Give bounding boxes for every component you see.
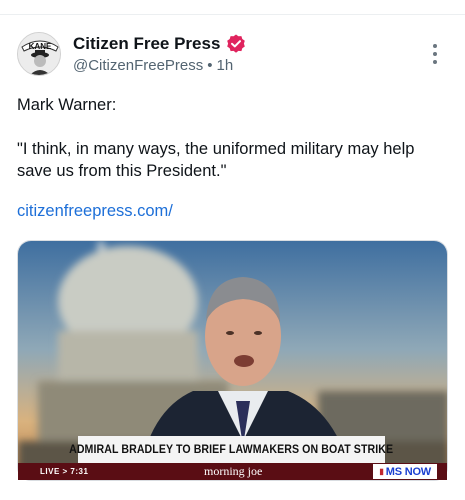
more-vertical-icon[interactable] — [425, 42, 445, 66]
top-divider — [0, 14, 465, 15]
post-text-quote: "I think, in many ways, the uniformed mi… — [17, 140, 415, 180]
more-dot — [433, 44, 437, 48]
verified-badge-icon — [225, 33, 247, 55]
live-label: LIVE > 7:31 — [40, 467, 89, 476]
avatar[interactable]: KANE — [17, 32, 61, 76]
meta-separator: • — [207, 57, 213, 74]
post-header: Citizen Free Press @CitizenFreePress • 1… — [73, 33, 425, 74]
post-link[interactable]: citizenfreepress.com/ — [17, 202, 173, 221]
more-dot — [433, 60, 437, 64]
video-ticker: LIVE > 7:31 morning joe ▮ MS NOW — [18, 463, 447, 480]
network-flag-icon: ▮ — [379, 467, 384, 476]
post-text: Mark Warner: "I think, in many ways, the… — [17, 94, 449, 182]
author-handle[interactable]: @CitizenFreePress — [73, 57, 203, 74]
post-timestamp[interactable]: 1h — [217, 57, 234, 74]
avatar-logo-text: KANE — [29, 42, 52, 51]
post-text-line1: Mark Warner: — [17, 96, 117, 114]
author-display-name[interactable]: Citizen Free Press — [73, 34, 220, 54]
network-name: MS NOW — [385, 465, 431, 478]
chyron-text: ADMIRAL BRADLEY TO BRIEF LAWMAKERS ON BO… — [69, 443, 394, 456]
network-logo: ▮ MS NOW — [373, 464, 437, 479]
video-chyron: ADMIRAL BRADLEY TO BRIEF LAWMAKERS ON BO… — [69, 436, 393, 463]
avatar-image: KANE — [18, 33, 60, 75]
show-name: morning joe — [204, 464, 263, 478]
more-dot — [433, 52, 437, 56]
